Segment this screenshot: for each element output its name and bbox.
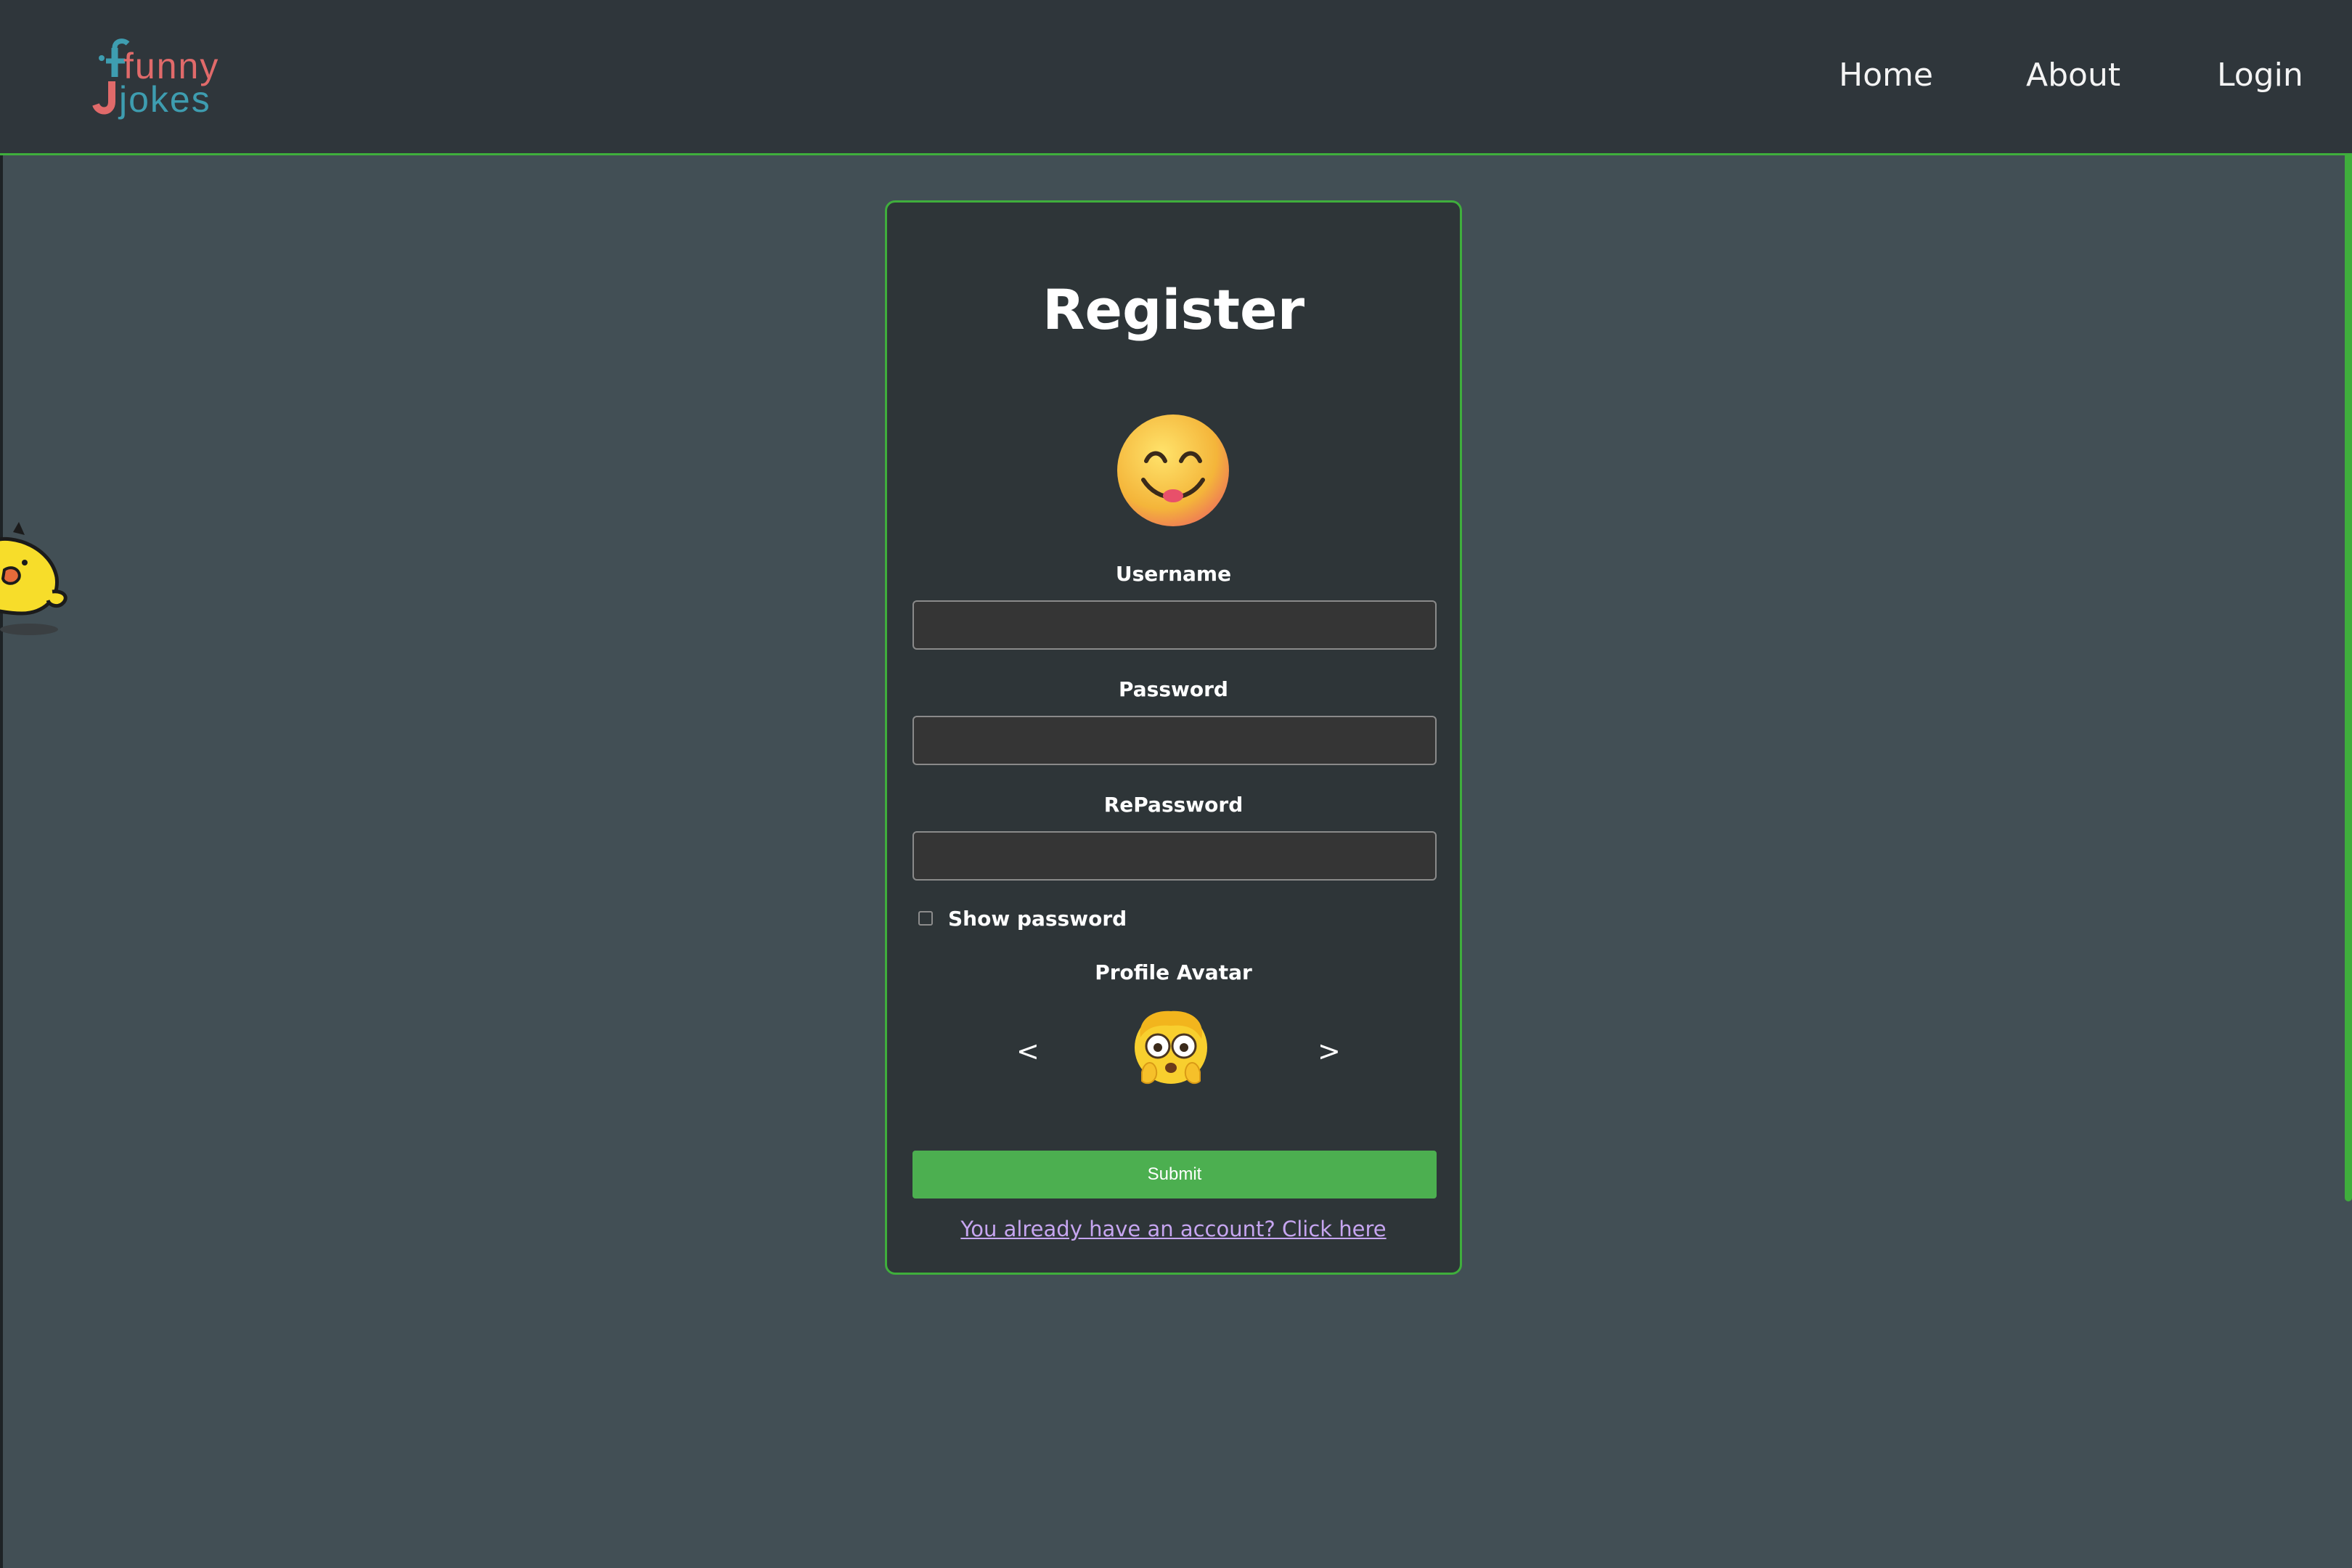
page-title: Register <box>1042 277 1305 342</box>
show-password-checkbox[interactable] <box>918 911 933 926</box>
avatar-prev-button[interactable]: < <box>1016 1037 1040 1065</box>
page-scrollbar[interactable] <box>2345 0 2352 1201</box>
nav-about[interactable]: About <box>2026 60 2120 91</box>
left-window-edge <box>0 0 3 1568</box>
show-password-label[interactable]: Show password <box>948 909 1127 929</box>
avatar-next-button[interactable]: > <box>1318 1037 1341 1065</box>
register-card: Register Username Password RePassword Sh… <box>885 200 1462 1275</box>
nav-login[interactable]: Login <box>2217 60 2303 91</box>
site-logo[interactable]: funny jokes <box>86 35 218 121</box>
username-input[interactable] <box>912 600 1437 650</box>
flushed-face-emoji-icon[interactable] <box>1130 1008 1212 1090</box>
nav-home[interactable]: Home <box>1839 60 1933 91</box>
password-label: Password <box>1119 677 1228 701</box>
repassword-input[interactable] <box>912 831 1437 881</box>
password-input[interactable] <box>912 716 1437 765</box>
profile-avatar-label: Profile Avatar <box>1095 960 1252 984</box>
submit-button[interactable]: Submit <box>912 1151 1437 1199</box>
repassword-label: RePassword <box>1103 793 1244 817</box>
username-label: Username <box>1115 562 1232 586</box>
top-navbar: funny jokes Home About Login <box>0 0 2352 155</box>
logo-word-jokes: jokes <box>119 79 211 120</box>
smiling-face-emoji-icon <box>1117 415 1229 526</box>
login-link[interactable]: You already have an account? Click here <box>887 1219 1460 1240</box>
chick-mascot-icon <box>0 522 68 635</box>
